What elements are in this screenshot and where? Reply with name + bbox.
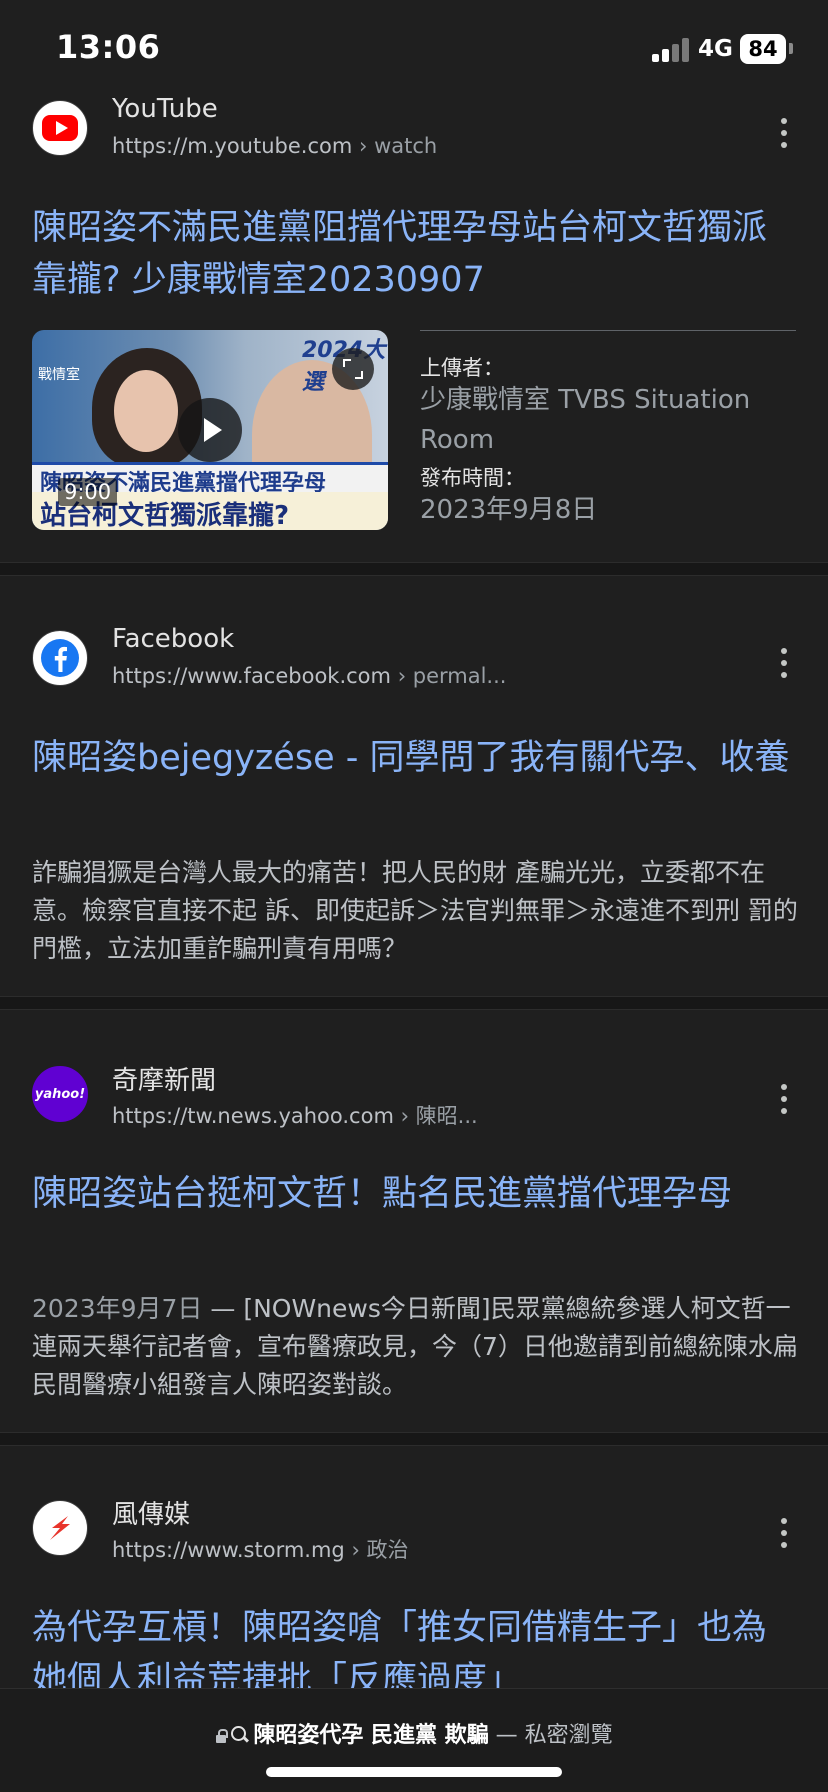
search-icon xyxy=(231,1726,249,1744)
result-separator xyxy=(0,562,828,576)
yahoo-icon[interactable]: yahoo! xyxy=(32,1066,88,1122)
site-name[interactable]: Facebook xyxy=(112,624,234,654)
uploader-name: 少康戰情室 TVBS Situation Room xyxy=(420,385,751,455)
battery-tip xyxy=(789,43,793,54)
play-icon[interactable] xyxy=(178,398,242,462)
result-snippet: 2023年9月7日 — [NOWnews今日新聞]民眾黨總統參選人柯文哲一連兩天… xyxy=(32,1290,800,1404)
battery-icon: 84 xyxy=(740,34,786,64)
status-time: 13:06 xyxy=(56,28,161,66)
site-url[interactable]: https://www.facebook.com › permal... xyxy=(112,664,506,688)
url-text: https://m.youtube.com xyxy=(112,134,353,158)
search-result-storm: 風傳媒 https://www.storm.mg › 政治 為代孕互槓！陳昭姿嗆… xyxy=(0,1496,828,1688)
url-text: https://www.storm.mg xyxy=(112,1538,345,1562)
site-url[interactable]: https://www.storm.mg › 政治 xyxy=(112,1534,409,1564)
uploader-label: 上傳者： xyxy=(420,356,504,380)
search-result-facebook: Facebook https://www.facebook.com › perm… xyxy=(0,624,828,996)
url-crumb: › permal... xyxy=(397,664,507,688)
thumbnail-face xyxy=(114,370,178,452)
published-date: 2023年9月8日 xyxy=(420,495,598,525)
video-thumbnail[interactable]: 2024大選 戰情室 陳昭姿不滿民進黨擋代理孕母 站台柯文哲獨派靠攏? 9:00 xyxy=(32,330,388,530)
result-title-link[interactable]: 為代孕互槓！陳昭姿嗆「推女同借精生子」也為她個人利益荒捷批「反應過度」 xyxy=(32,1602,798,1688)
lock-icon xyxy=(215,1729,229,1743)
storm-media-icon[interactable] xyxy=(32,1500,88,1556)
private-mode-label: — 私密瀏覽 xyxy=(488,1723,613,1748)
result-separator xyxy=(0,1432,828,1446)
result-snippet: 詐騙猖獗是台灣人最大的痛苦！把人民的財 產騙光光，立委都不在意。檢察官直接不起 … xyxy=(32,858,798,963)
site-name[interactable]: 風傳媒 xyxy=(112,1496,190,1531)
url-crumb: › watch xyxy=(359,134,438,158)
url-crumb: › 陳昭... xyxy=(400,1104,478,1128)
result-title-link[interactable]: 陳昭姿站台挺柯文哲！點名民進黨擋代理孕母 xyxy=(32,1168,798,1220)
site-name[interactable]: YouTube xyxy=(112,94,218,124)
fullscreen-icon[interactable] xyxy=(332,348,374,390)
site-name[interactable]: 奇摩新聞 xyxy=(112,1060,216,1097)
home-indicator[interactable] xyxy=(266,1767,562,1777)
signal-icon xyxy=(652,38,692,62)
more-options-icon[interactable] xyxy=(778,118,790,148)
divider xyxy=(420,330,796,331)
url-text: https://tw.news.yahoo.com xyxy=(112,1104,394,1128)
site-url[interactable]: https://tw.news.yahoo.com › 陳昭... xyxy=(112,1100,478,1130)
network-type: 4G xyxy=(698,36,733,62)
published-label: 發布時間： xyxy=(420,466,525,490)
result-title-link[interactable]: 陳昭姿不滿民進黨阻擋代理孕母站台柯文哲獨派靠攏? 少康戰情室20230907 xyxy=(32,202,798,306)
facebook-icon[interactable] xyxy=(32,630,88,686)
result-title-link[interactable]: 陳昭姿bejegyzése - 同學問了我有關代孕、收養 xyxy=(32,732,798,784)
url-crumb: › 政治 xyxy=(351,1538,409,1562)
youtube-icon[interactable] xyxy=(32,100,88,156)
search-query-text: 陳昭姿代孕 民進黨 欺騙 xyxy=(253,1723,489,1748)
more-options-icon[interactable] xyxy=(778,648,790,678)
thumbnail-channel-mark: 戰情室 xyxy=(38,367,80,383)
result-separator xyxy=(0,996,828,1010)
site-url[interactable]: https://m.youtube.com › watch xyxy=(112,134,437,158)
search-result-yahoo: yahoo! 奇摩新聞 https://tw.news.yahoo.com › … xyxy=(0,1062,828,1432)
more-options-icon[interactable] xyxy=(778,1518,790,1548)
address-query[interactable]: 陳昭姿代孕 民進黨 欺騙 — 私密瀏覽 xyxy=(0,1717,828,1749)
more-options-icon[interactable] xyxy=(778,1084,790,1114)
status-bar: 13:06 4G 84 xyxy=(0,0,828,96)
url-text: https://www.facebook.com xyxy=(112,664,391,688)
result-date: 2023年9月7日 xyxy=(32,1294,203,1323)
video-duration: 9:00 xyxy=(58,478,118,506)
bottom-address-bar[interactable]: 陳昭姿代孕 民進黨 欺騙 — 私密瀏覽 xyxy=(0,1688,828,1792)
